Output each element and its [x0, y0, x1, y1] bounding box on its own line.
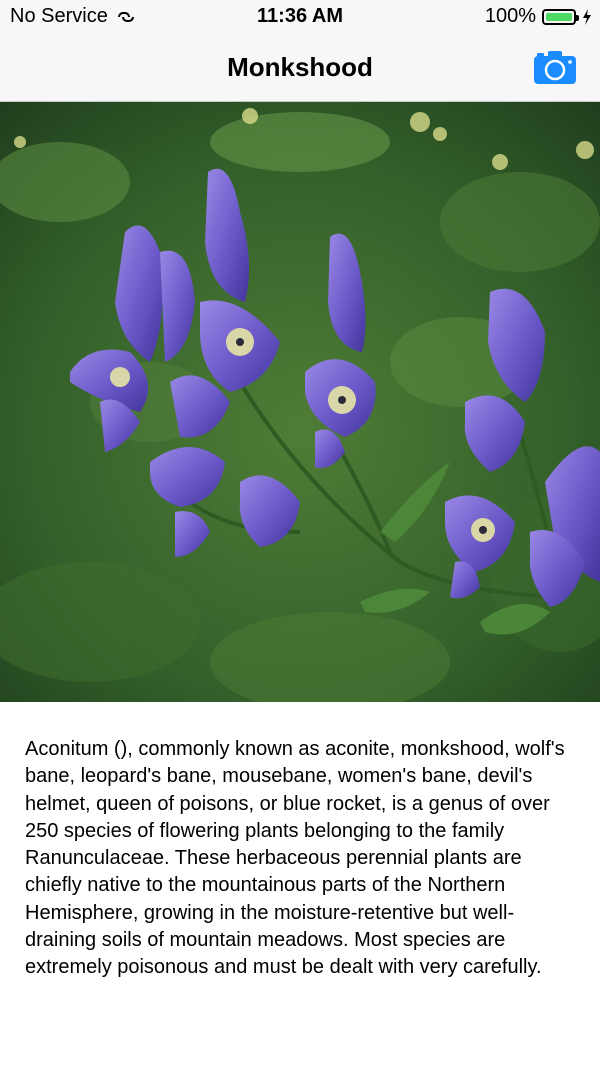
- plant-description: Aconitum (), commonly known as aconite, …: [25, 738, 565, 979]
- page-title: Monkshood: [227, 52, 373, 82]
- battery-cap: [576, 14, 579, 21]
- camera-top: [548, 51, 562, 59]
- camera-icon: [534, 51, 576, 84]
- camera-button[interactable]: [534, 50, 576, 84]
- battery-fill: [546, 12, 572, 21]
- status-bar: No Service 11:36 AM 100%: [0, 0, 600, 34]
- monkshood-flower-image: [0, 102, 600, 702]
- battery-percent: 100%: [484, 5, 536, 27]
- battery-icon: [542, 8, 579, 25]
- charging-bolt-icon: [583, 8, 591, 25]
- plant-photo: [0, 102, 600, 702]
- status-right: 100%: [485, 5, 592, 28]
- navigation-bar: Monkshood: [0, 34, 600, 102]
